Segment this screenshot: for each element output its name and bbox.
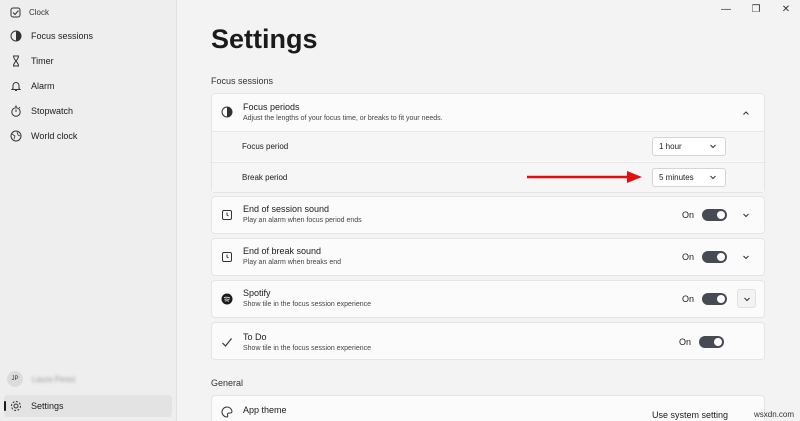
palette-icon — [221, 406, 233, 418]
sidebar-item-alarm[interactable]: Alarm — [4, 75, 172, 97]
bell-icon — [10, 80, 22, 92]
chevron-down-icon — [710, 144, 716, 149]
sidebar-item-world-clock[interactable]: World clock — [4, 125, 172, 147]
chevron-up-icon[interactable] — [740, 107, 752, 119]
sidebar-item-label: Stopwatch — [31, 106, 74, 116]
app-theme-card[interactable]: App theme Use system setting — [211, 395, 765, 421]
toggle-state-label: On — [682, 210, 695, 220]
sidebar-item-stopwatch[interactable]: Stopwatch — [4, 100, 172, 122]
user-profile[interactable]: JP Laura Perez — [7, 371, 76, 387]
end-break-sound-card[interactable]: End of break sound Play an alarm when br… — [211, 238, 765, 276]
todo-toggle[interactable] — [699, 336, 724, 348]
globe-icon — [10, 130, 22, 142]
todo-subtitle: Show tile in the focus session experienc… — [243, 345, 372, 352]
break-period-value: 5 minutes — [659, 173, 694, 182]
todo-card[interactable]: To Do Show tile in the focus session exp… — [211, 322, 765, 360]
focus-period-value: 1 hour — [659, 142, 682, 151]
gear-icon — [10, 400, 22, 412]
end-session-sound-title: End of session sound — [243, 204, 330, 214]
spotify-toggle[interactable] — [702, 293, 727, 305]
toggle-state-label: On — [682, 252, 695, 262]
profile-name: Laura Perez — [32, 374, 76, 384]
checkmark-icon — [221, 336, 233, 348]
sidebar-item-label: Settings — [31, 401, 64, 411]
chevron-down-icon — [743, 297, 750, 301]
spotify-card[interactable]: Spotify Show tile in the focus session e… — [211, 280, 765, 318]
end-break-sound-title: End of break sound — [243, 246, 322, 256]
stopwatch-icon — [10, 105, 22, 117]
alarm-clock-icon — [221, 209, 233, 221]
sidebar-item-label: Alarm — [31, 81, 55, 91]
sidebar-item-focus-sessions[interactable]: Focus sessions — [4, 25, 172, 47]
spotify-title: Spotify — [243, 288, 271, 298]
todo-title: To Do — [243, 332, 267, 342]
toggle-state-label: On — [679, 337, 692, 347]
focus-icon — [10, 30, 22, 42]
main-content: — ❐ ✕ Settings Focus sessions Focus peri… — [177, 0, 800, 421]
toggle-state-label: On — [682, 294, 695, 304]
annotation-arrow-icon — [527, 171, 642, 183]
window-controls: — ❐ ✕ — [720, 4, 792, 15]
end-session-sound-toggle[interactable] — [702, 209, 727, 221]
page-title: Settings — [211, 24, 318, 54]
sidebar: Clock Focus sessions Timer Alarm Stopwat… — [0, 0, 177, 421]
clock-app-icon — [10, 7, 21, 18]
sidebar-item-timer[interactable]: Timer — [4, 50, 172, 72]
maximize-icon[interactable]: ❐ — [750, 4, 762, 15]
chevron-down-icon[interactable] — [740, 251, 752, 263]
focus-periods-subtitle: Adjust the lengths of your focus time, o… — [243, 115, 443, 122]
hourglass-icon — [10, 55, 22, 67]
app-title-bar: Clock — [10, 4, 49, 20]
break-period-label: Break period — [242, 173, 288, 182]
spotify-icon — [221, 293, 233, 305]
focus-period-row: Focus period 1 hour — [212, 131, 764, 161]
sidebar-item-label: Focus sessions — [31, 31, 94, 41]
close-icon[interactable]: ✕ — [780, 4, 792, 15]
end-session-sound-subtitle: Play an alarm when focus period ends — [243, 217, 362, 224]
watermark: wsxdn.com — [753, 410, 794, 419]
focus-icon — [221, 106, 233, 118]
focus-periods-title: Focus periods — [243, 102, 300, 112]
app-theme-value[interactable]: Use system setting — [652, 410, 728, 420]
end-break-sound-subtitle: Play an alarm when breaks end — [243, 259, 342, 266]
chevron-down-icon[interactable] — [740, 209, 752, 221]
sidebar-item-label: World clock — [31, 131, 78, 141]
chevron-down-icon — [710, 175, 716, 180]
sidebar-item-label: Timer — [31, 56, 54, 66]
spotify-subtitle: Show tile in the focus session experienc… — [243, 301, 372, 308]
app-title: Clock — [29, 7, 50, 17]
section-label-focus-sessions: Focus sessions — [211, 76, 274, 86]
break-period-row: Break period 5 minutes — [212, 162, 764, 192]
avatar: JP — [7, 371, 23, 387]
alarm-clock-icon — [221, 251, 233, 263]
spotify-expand-button[interactable] — [737, 289, 756, 308]
focus-period-dropdown[interactable]: 1 hour — [652, 137, 726, 156]
section-label-general: General — [211, 378, 244, 388]
break-period-dropdown[interactable]: 5 minutes — [652, 168, 726, 187]
minimize-icon[interactable]: — — [720, 4, 732, 15]
app-theme-title: App theme — [243, 405, 287, 415]
end-session-sound-card[interactable]: End of session sound Play an alarm when … — [211, 196, 765, 234]
end-break-sound-toggle[interactable] — [702, 251, 727, 263]
sidebar-item-settings[interactable]: Settings — [4, 395, 172, 417]
focus-period-label: Focus period — [242, 142, 289, 151]
focus-periods-card[interactable]: Focus periods Adjust the lengths of your… — [211, 93, 765, 193]
